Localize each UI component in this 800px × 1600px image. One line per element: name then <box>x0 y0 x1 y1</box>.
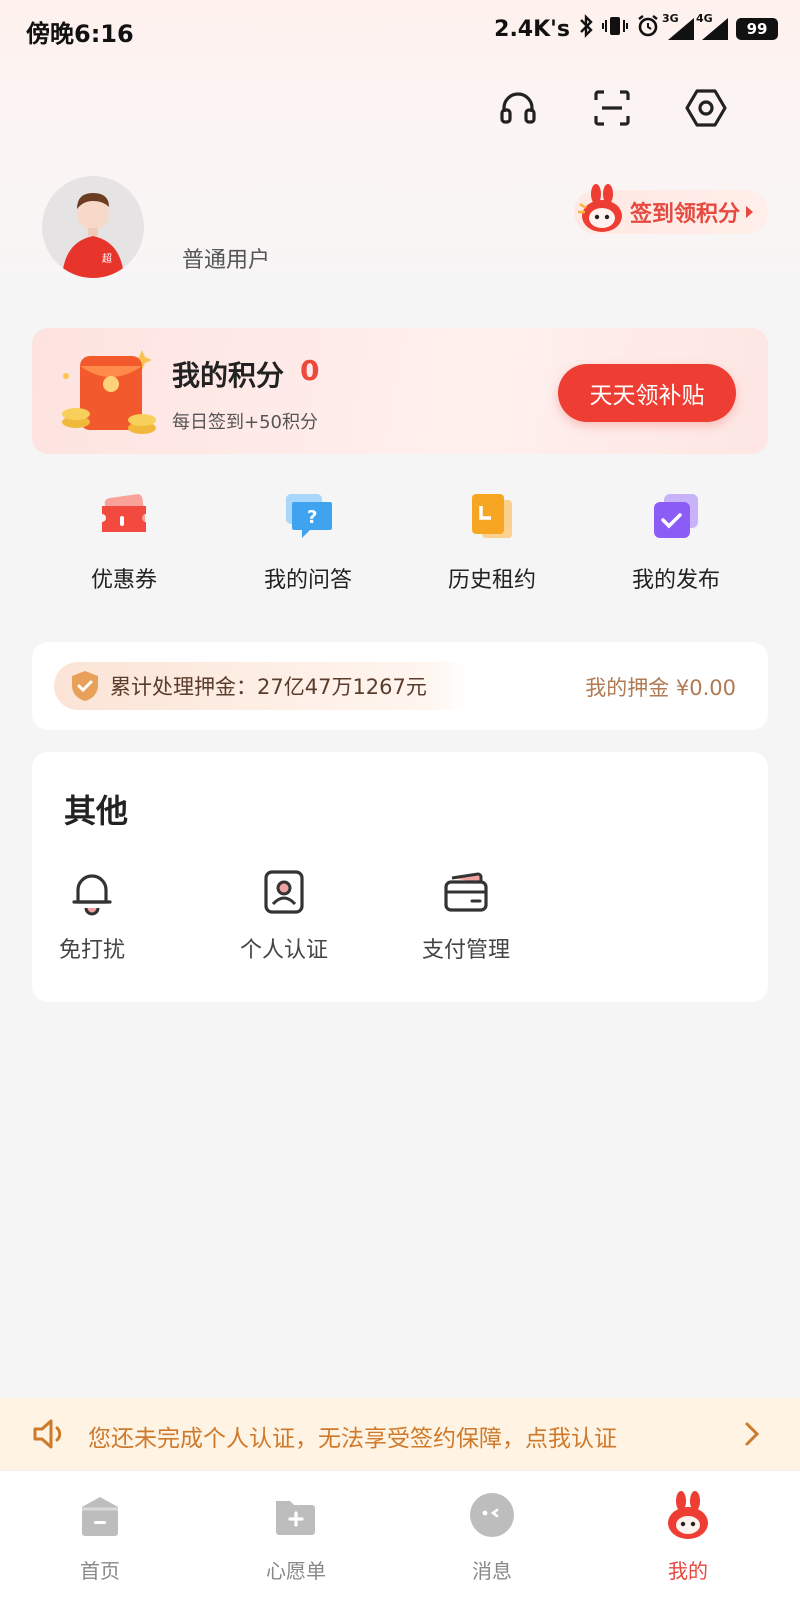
nav-mine[interactable]: 我的 <box>628 1489 748 1584</box>
status-bar: 傍晚6:16 2.4K's 3G 4G 99 <box>0 0 800 58</box>
nav-label: 我的 <box>668 1559 708 1583</box>
verification-notice-bar[interactable]: 您还未完成个人认证，无法享受签约保障，点我认证 <box>0 1398 800 1470</box>
red-envelope-icon <box>56 342 160 442</box>
home-icon <box>74 1489 126 1541</box>
nav-messages[interactable]: 消息 <box>432 1489 552 1584</box>
other-title: 其他 <box>64 792 129 830</box>
personal-verification-icon <box>260 868 308 916</box>
nav-label: 首页 <box>80 1559 120 1583</box>
settings-icon[interactable] <box>684 86 728 130</box>
notice-text: 您还未完成个人认证，无法享受签约保障，点我认证 <box>88 1426 617 1452</box>
mine-icon <box>662 1489 714 1541</box>
coupon-icon <box>98 490 150 542</box>
lease-history-icon <box>466 490 518 542</box>
nav-label: 心愿单 <box>266 1559 326 1583</box>
nav-label: 消息 <box>472 1559 512 1583</box>
signal-3g-icon: 3G <box>662 12 694 40</box>
quick-item-qa[interactable]: ? 我的问答 <box>238 490 378 600</box>
headset-icon[interactable] <box>496 86 540 130</box>
other-section: 其他 免打扰 个人认证 支付管理 <box>32 752 768 1002</box>
svg-text:?: ? <box>307 507 317 528</box>
scan-icon[interactable] <box>590 86 634 130</box>
quick-item-lease-history[interactable]: 历史租约 <box>422 490 562 600</box>
bluetooth-icon <box>578 14 594 44</box>
points-value: 0 <box>300 354 320 387</box>
wishlist-icon <box>270 1489 322 1541</box>
signal-4g-icon: 4G <box>696 12 728 40</box>
svg-text:超: 超 <box>102 252 112 265</box>
avatar[interactable]: 超 <box>42 176 144 278</box>
quick-item-label: 我的问答 <box>263 568 352 593</box>
deposit-card[interactable]: 累计处理押金：27亿47万1267元 我的押金 ¥0.00 <box>32 642 768 730</box>
checkin-label: 签到领积分 <box>630 202 741 227</box>
quick-item-label: 我的发布 <box>631 568 720 593</box>
nav-home[interactable]: 首页 <box>40 1489 160 1584</box>
user-type-label: 普通用户 <box>182 248 271 273</box>
vibrate-icon <box>602 15 628 43</box>
quick-item-label: 历史租约 <box>447 568 536 593</box>
messages-icon <box>466 1489 518 1541</box>
do-not-disturb-icon <box>68 868 116 916</box>
qa-icon: ? <box>282 490 334 542</box>
deposit-processed-pill: 累计处理押金：27亿47万1267元 <box>54 662 472 710</box>
points-card[interactable]: 我的积分 0 每日签到+50积分 天天领补贴 <box>32 328 768 454</box>
chevron-right-icon <box>738 1420 766 1448</box>
status-indicators: 2.4K's 3G 4G 99 <box>494 12 778 44</box>
alarm-icon <box>636 14 660 44</box>
battery-icon: 99 <box>736 18 778 40</box>
points-subtitle: 每日签到+50积分 <box>172 412 318 433</box>
bottom-nav: 首页 心愿单 消息 我的 <box>0 1470 800 1600</box>
quick-item-label: 优惠券 <box>90 568 157 593</box>
other-item-payment-management[interactable]: 支付管理 <box>406 868 526 964</box>
shield-check-icon <box>70 670 100 702</box>
payment-management-icon <box>442 868 490 916</box>
other-item-label: 个人认证 <box>239 938 328 963</box>
play-arrow-icon <box>746 206 754 218</box>
rabbit-mascot-icon <box>576 184 628 236</box>
nav-wishlist[interactable]: 心愿单 <box>236 1489 356 1584</box>
other-item-personal-verification[interactable]: 个人认证 <box>224 868 344 964</box>
points-title: 我的积分 <box>172 359 285 392</box>
network-speed: 2.4K's <box>494 16 570 42</box>
my-deposit-label[interactable]: 我的押金 ¥0.00 <box>585 672 736 702</box>
other-item-do-not-disturb[interactable]: 免打扰 <box>32 868 152 964</box>
other-item-label: 免打扰 <box>58 938 125 963</box>
my-posts-icon <box>650 490 702 542</box>
daily-subsidy-button[interactable]: 天天领补贴 <box>558 364 736 422</box>
deposit-processed-label: 累计处理押金：27亿47万1267元 <box>110 675 427 699</box>
quick-item-coupon[interactable]: 优惠券 <box>54 490 194 600</box>
status-time: 傍晚6:16 <box>26 20 134 48</box>
quick-item-my-posts[interactable]: 我的发布 <box>606 490 746 600</box>
other-item-label: 支付管理 <box>421 938 510 963</box>
speaker-icon <box>32 1418 68 1450</box>
